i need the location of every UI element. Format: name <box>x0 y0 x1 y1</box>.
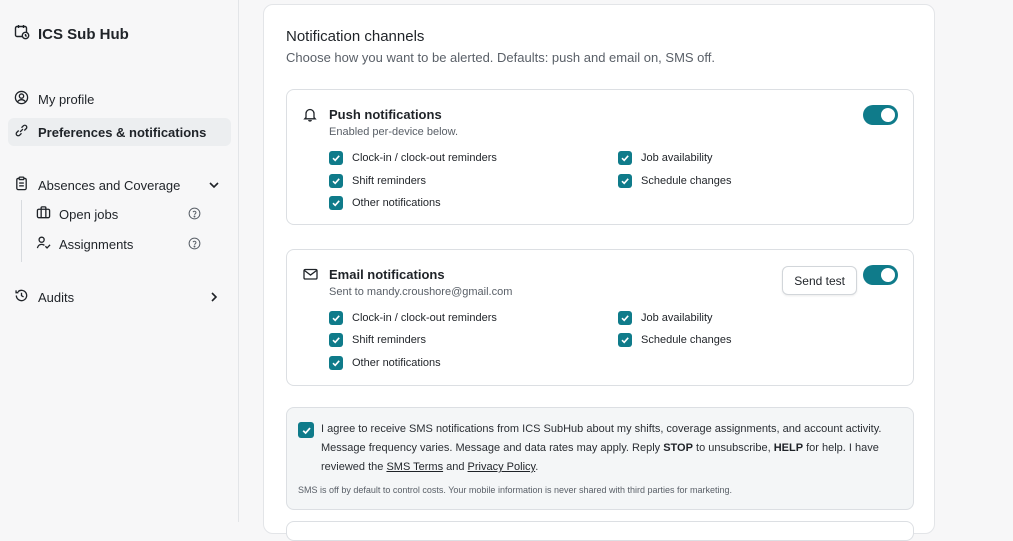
push-option-clock-in[interactable]: Clock-in / clock-out reminders <box>329 151 497 165</box>
toggle-knob <box>881 268 895 282</box>
checkbox-label: Other notifications <box>352 357 441 369</box>
sms-text-part: and <box>443 461 468 473</box>
checkbox-label: Schedule changes <box>641 334 732 346</box>
sidebar-item-my-profile[interactable]: My profile <box>8 85 231 113</box>
sidebar-item-preferences[interactable]: Preferences & notifications <box>8 118 231 146</box>
help-circle-icon[interactable] <box>188 237 201 253</box>
user-check-icon <box>36 235 51 253</box>
mail-icon <box>303 267 318 286</box>
bell-icon <box>303 107 317 127</box>
link-icon <box>14 123 29 141</box>
checkbox-checked[interactable] <box>618 174 632 188</box>
brand[interactable]: ICS Sub Hub <box>14 24 129 44</box>
sidebar: ICS Sub Hub My profile Preferences & not… <box>0 0 239 522</box>
page-title: Notification channels <box>286 28 425 45</box>
privacy-policy-link[interactable]: Privacy Policy <box>468 461 536 473</box>
push-title: Push notifications <box>329 107 442 122</box>
checkbox-checked[interactable] <box>329 356 343 370</box>
sidebar-item-label: Assignments <box>59 236 134 252</box>
checkbox-checked[interactable] <box>329 196 343 210</box>
sidebar-item-assignments[interactable]: Assignments <box>36 232 216 256</box>
sidebar-item-label: Preferences & notifications <box>38 124 207 140</box>
sms-fine-print: SMS is off by default to control costs. … <box>298 485 733 495</box>
user-circle-icon <box>14 90 29 108</box>
push-subtitle: Enabled per-device below. <box>329 126 459 138</box>
sms-terms-link[interactable]: SMS Terms <box>386 461 443 473</box>
checkbox-checked[interactable] <box>618 151 632 165</box>
email-option-schedule-changes[interactable]: Schedule changes <box>618 333 732 347</box>
checkbox-label: Schedule changes <box>641 175 732 187</box>
push-notifications-card: Push notifications Enabled per-device be… <box>286 89 914 225</box>
checkbox-label: Shift reminders <box>352 175 426 187</box>
notification-channels-panel: Notification channels Choose how you wan… <box>263 4 935 541</box>
email-title: Email notifications <box>329 267 445 282</box>
checkbox-label: Job availability <box>641 312 713 324</box>
checkbox-checked[interactable] <box>329 333 343 347</box>
sidebar-item-label: My profile <box>38 91 95 107</box>
push-option-other[interactable]: Other notifications <box>329 196 441 210</box>
sms-stop-keyword: STOP <box>663 442 693 454</box>
sms-consent-checkbox[interactable] <box>298 422 314 438</box>
calendar-clock-icon <box>14 24 30 44</box>
sms-text-part: to unsubscribe, <box>692 442 774 454</box>
checkbox-label: Clock-in / clock-out reminders <box>352 312 497 324</box>
checkbox-label: Job availability <box>641 152 713 164</box>
sms-consent-card: I agree to receive SMS notifications fro… <box>286 407 914 510</box>
checkbox-label: Clock-in / clock-out reminders <box>352 152 497 164</box>
email-subtitle: Sent to mandy.croushore@gmail.com <box>329 286 513 298</box>
help-circle-icon[interactable] <box>188 207 201 223</box>
push-option-job-availability[interactable]: Job availability <box>618 151 713 165</box>
sidebar-item-audits[interactable]: Audits <box>8 283 231 311</box>
submenu-divider <box>21 200 22 262</box>
briefcase-icon <box>36 205 51 223</box>
app-title: ICS Sub Hub <box>38 25 129 43</box>
push-toggle[interactable] <box>863 105 898 125</box>
checkbox-checked[interactable] <box>329 151 343 165</box>
sms-help-keyword: HELP <box>773 442 804 454</box>
email-option-clock-in[interactable]: Clock-in / clock-out reminders <box>329 311 497 325</box>
page-description: Choose how you want to be alerted. Defau… <box>286 50 716 65</box>
email-option-shift-reminders[interactable]: Shift reminders <box>329 333 426 347</box>
sidebar-item-absences[interactable]: Absences and Coverage <box>8 171 231 199</box>
sidebar-item-label: Audits <box>38 289 75 305</box>
sms-text-part: . <box>535 461 539 473</box>
email-toggle[interactable] <box>863 265 898 285</box>
sidebar-item-label: Absences and Coverage <box>38 177 181 193</box>
next-card-edge <box>286 521 914 541</box>
sms-consent-text: I agree to receive SMS notifications fro… <box>321 420 901 477</box>
sidebar-item-open-jobs[interactable]: Open jobs <box>36 202 216 226</box>
clipboard-icon <box>14 176 29 194</box>
email-option-job-availability[interactable]: Job availability <box>618 311 713 325</box>
checkbox-label: Other notifications <box>352 197 441 209</box>
sidebar-item-label: Open jobs <box>59 206 119 222</box>
history-icon <box>14 288 29 306</box>
checkbox-checked[interactable] <box>618 333 632 347</box>
chevron-right-icon[interactable] <box>207 290 221 307</box>
push-option-shift-reminders[interactable]: Shift reminders <box>329 174 426 188</box>
checkbox-label: Shift reminders <box>352 334 426 346</box>
toggle-knob <box>881 108 895 122</box>
email-notifications-card: Email notifications Sent to mandy.croush… <box>286 249 914 386</box>
checkbox-checked[interactable] <box>329 174 343 188</box>
checkbox-checked[interactable] <box>618 311 632 325</box>
chevron-down-icon[interactable] <box>207 178 221 195</box>
email-option-other[interactable]: Other notifications <box>329 356 441 370</box>
main-content: Notification channels Choose how you wan… <box>239 0 1013 541</box>
checkbox-checked[interactable] <box>329 311 343 325</box>
send-test-button[interactable]: Send test <box>782 266 857 295</box>
push-option-schedule-changes[interactable]: Schedule changes <box>618 174 732 188</box>
